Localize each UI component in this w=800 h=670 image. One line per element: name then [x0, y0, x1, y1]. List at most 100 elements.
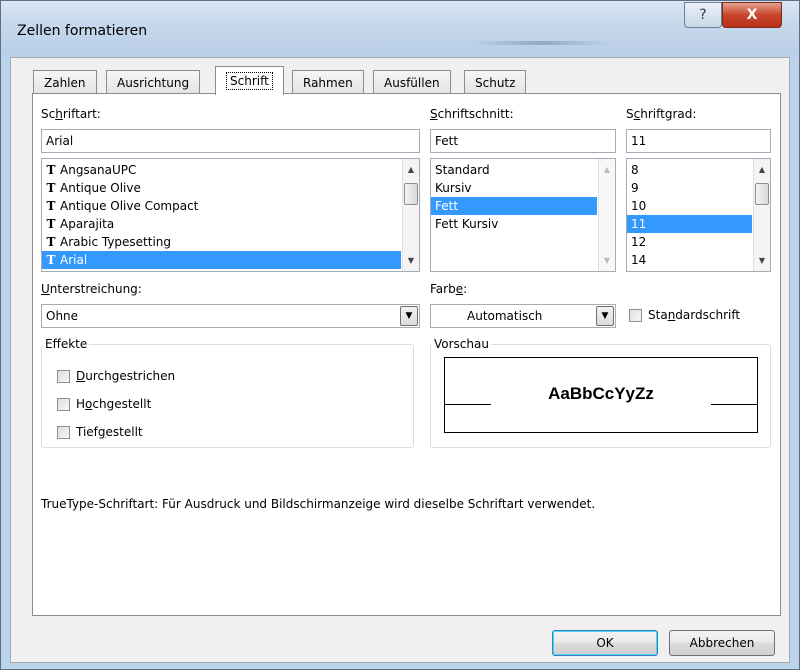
list-item[interactable]: 10	[627, 197, 752, 215]
preview-box: AaBbCcYyZz	[444, 357, 758, 433]
list-item[interactable]: 9	[627, 179, 752, 197]
list-item[interactable]: 14	[627, 251, 752, 269]
list-item[interactable]: Fett	[431, 197, 597, 215]
list-item[interactable]: T Antique Olive	[42, 179, 401, 197]
scroll-thumb[interactable]	[755, 183, 769, 205]
font-label: Schriftart:	[41, 107, 101, 121]
tab-label: Schrift	[226, 72, 273, 90]
truetype-icon: T	[46, 217, 56, 231]
tab-schrift[interactable]: Schrift	[215, 66, 284, 95]
color-dropdown[interactable]: Automatisch ▼	[430, 304, 616, 328]
tab-label: Schutz	[475, 75, 516, 90]
tab-schutz[interactable]: Schutz	[464, 70, 527, 94]
scroll-up-arrow-icon[interactable]: ▲	[403, 161, 419, 178]
font-scrollbar[interactable]: ▲ ▼	[402, 159, 419, 271]
tab-label: Zahlen	[44, 75, 86, 90]
tab-ausrichtung[interactable]: Ausrichtung	[106, 70, 201, 94]
tab-rahmen[interactable]: Rahmen	[292, 70, 364, 94]
list-item-label: Fett	[435, 199, 459, 213]
title-bar[interactable]: Zellen formatieren ? X	[1, 1, 799, 57]
list-item[interactable]: T Aparajita	[42, 215, 401, 233]
strikethrough-label[interactable]: Durchgestrichen	[76, 369, 175, 383]
list-item[interactable]: Fett Kursiv	[431, 215, 597, 233]
tab-label: Ausfüllen	[384, 75, 440, 90]
list-item-label: Arabic Typesetting	[60, 235, 172, 249]
chevron-down-icon[interactable]: ▼	[400, 306, 418, 326]
standard-font-checkbox[interactable]	[629, 309, 642, 322]
help-icon: ?	[699, 7, 707, 23]
list-item[interactable]: T Antique Olive Compact	[42, 197, 401, 215]
font-listbox[interactable]: T AngsanaUPC T Antique Olive T Antique Olive …	[41, 158, 420, 272]
list-item[interactable]: T Arabic Typesetting	[42, 233, 401, 251]
list-item-label: Aparajita	[60, 217, 115, 231]
tab-panel-schrift: Schriftart: Arial T AngsanaUPC T Antique Ol…	[32, 93, 781, 616]
scroll-up-arrow-icon[interactable]: ▲	[599, 161, 615, 178]
list-item[interactable]: Kursiv	[431, 179, 597, 197]
list-item-label: AngsanaUPC	[60, 163, 137, 177]
ok-button[interactable]: OK	[552, 630, 658, 656]
list-item[interactable]: 11	[627, 215, 752, 233]
list-item-label: 14	[631, 253, 647, 267]
underline-value: Ohne	[46, 309, 79, 323]
font-style-input[interactable]: Fett	[430, 129, 616, 153]
list-item[interactable]: 12	[627, 233, 752, 251]
truetype-icon: T	[46, 181, 56, 195]
underline-label: Unterstreichung:	[41, 282, 142, 296]
close-icon: X	[746, 7, 758, 23]
list-item-label: 11	[631, 217, 647, 231]
preview-group-title: Vorschau	[432, 337, 491, 351]
font-size-input[interactable]: 11	[626, 129, 771, 153]
list-item-label: Antique Olive Compact	[60, 199, 199, 213]
underline-dropdown[interactable]: Ohne ▼	[41, 304, 420, 328]
list-item-label: Antique Olive	[60, 181, 141, 195]
scroll-down-arrow-icon[interactable]: ▼	[754, 252, 770, 269]
list-item-label: 12	[631, 235, 647, 249]
list-item[interactable]: 8	[627, 161, 752, 179]
font-size-listbox[interactable]: 8 9 10 11 12 14 ▲ ▼	[626, 158, 771, 272]
scroll-down-arrow-icon[interactable]: ▼	[403, 252, 419, 269]
scroll-thumb[interactable]	[404, 183, 418, 205]
help-button[interactable]: ?	[684, 2, 722, 28]
superscript-checkbox[interactable]	[57, 398, 70, 411]
standard-font-label[interactable]: Standardschrift	[648, 308, 740, 322]
tab-label: Rahmen	[303, 75, 353, 90]
effects-group-title: Effekte	[43, 337, 90, 351]
subscript-label[interactable]: Tiefgestellt	[76, 425, 143, 439]
font-style-scrollbar[interactable]: ▲ ▼	[598, 159, 615, 271]
superscript-label[interactable]: Hochgestellt	[76, 397, 151, 411]
color-value: Automatisch	[467, 309, 543, 323]
strikethrough-checkbox[interactable]	[57, 370, 70, 383]
subscript-checkbox[interactable]	[57, 426, 70, 439]
scroll-down-arrow-icon[interactable]: ▼	[599, 252, 615, 269]
truetype-icon: T	[46, 253, 56, 267]
list-item-label: 9	[631, 181, 639, 195]
list-item[interactable]: T Arial	[42, 251, 401, 269]
font-list-items: T AngsanaUPC T Antique Olive T Antique Olive …	[42, 161, 401, 269]
scroll-up-arrow-icon[interactable]: ▲	[754, 161, 770, 178]
tab-ausfuellen[interactable]: Ausfüllen	[373, 70, 451, 94]
close-button[interactable]: X	[722, 2, 782, 28]
cancel-button[interactable]: Abbrechen	[669, 630, 775, 656]
list-item-label: Kursiv	[435, 181, 472, 195]
truetype-icon: T	[46, 235, 56, 249]
font-style-listbox[interactable]: Standard Kursiv Fett Fett Kursiv ▲ ▼	[430, 158, 616, 272]
tab-zahlen[interactable]: Zahlen	[33, 70, 97, 94]
tab-label: Ausrichtung	[117, 75, 190, 90]
dialog-client-area: Zahlen Ausrichtung Schrift Rahmen Ausfül…	[10, 57, 790, 663]
dialog-window: Zellen formatieren ? X Zahlen Ausrichtun…	[0, 0, 800, 670]
font-size-label: Schriftgrad:	[626, 107, 697, 121]
list-item-label: 8	[631, 163, 639, 177]
list-item-label: 10	[631, 199, 647, 213]
font-size-scrollbar[interactable]: ▲ ▼	[753, 159, 770, 271]
list-item[interactable]: T AngsanaUPC	[42, 161, 401, 179]
truetype-icon: T	[46, 199, 56, 213]
color-label: Farbe:	[430, 282, 468, 296]
preview-sample-text: AaBbCcYyZz	[548, 384, 654, 403]
list-item-label: Standard	[435, 163, 490, 177]
chevron-down-icon[interactable]: ▼	[596, 306, 614, 326]
font-style-list-items: Standard Kursiv Fett Fett Kursiv	[431, 161, 597, 233]
list-item-label: Arial	[60, 253, 88, 267]
dialog-title: Zellen formatieren	[17, 23, 148, 39]
list-item[interactable]: Standard	[431, 161, 597, 179]
font-input[interactable]: Arial	[41, 129, 420, 153]
